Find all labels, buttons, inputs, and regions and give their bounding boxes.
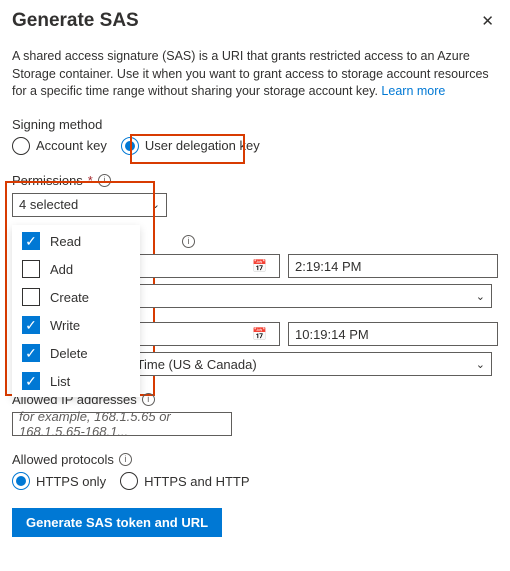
checkbox-read[interactable]: ✓ [22,232,40,250]
perm-item-add[interactable]: Add [12,255,140,283]
info-icon[interactable]: i [142,393,155,406]
chevron-down-icon: ⌄ [476,358,485,371]
info-icon[interactable]: i [119,453,132,466]
chevron-down-icon: ⌄ [151,198,160,211]
permissions-label: Permissions [12,173,83,188]
allowed-ip-input[interactable]: for example, 168.1.5.65 or 168.1.5.65-16… [12,412,232,436]
perm-item-create[interactable]: Create [12,283,140,311]
info-icon[interactable]: i [98,174,111,187]
end-time-value: 10:19:14 PM [295,327,369,342]
calendar-icon: 📅 [252,327,267,341]
signing-method-label: Signing method [12,117,498,132]
radio-https-and-http-label: HTTPS and HTTP [144,474,249,489]
calendar-icon: 📅 [252,259,267,273]
start-time-value: 2:19:14 PM [295,259,362,274]
perm-label-add: Add [50,262,73,277]
perm-item-delete[interactable]: ✓ Delete [12,339,140,367]
permissions-menu: ✓ Read Add Create ✓ Write ✓ Delete ✓ Lis… [12,225,140,397]
perm-item-list[interactable]: ✓ List [12,367,140,395]
radio-user-delegation-key-label: User delegation key [145,138,260,153]
perm-label-read: Read [50,234,81,249]
radio-user-delegation-key[interactable]: User delegation key [121,137,260,155]
radio-account-key[interactable]: Account key [12,137,107,155]
learn-more-link[interactable]: Learn more [381,84,445,98]
perm-label-create: Create [50,290,89,305]
perm-item-write[interactable]: ✓ Write [12,311,140,339]
checkbox-create[interactable] [22,288,40,306]
perm-label-write: Write [50,318,80,333]
checkbox-add[interactable] [22,260,40,278]
description-text: A shared access signature (SAS) is a URI… [12,48,498,101]
checkbox-list[interactable]: ✓ [22,372,40,390]
perm-label-list: List [50,374,70,389]
checkbox-delete[interactable]: ✓ [22,344,40,362]
required-asterisk: * [88,173,93,188]
end-time-input[interactable]: 10:19:14 PM [288,322,498,346]
allowed-ip-placeholder: for example, 168.1.5.65 or 168.1.5.65-16… [19,409,225,439]
permissions-dropdown[interactable]: 4 selected ⌄ [12,193,167,217]
radio-account-key-label: Account key [36,138,107,153]
generate-button[interactable]: Generate SAS token and URL [12,508,222,537]
permissions-summary: 4 selected [19,197,78,212]
close-icon[interactable]: ✕ [477,10,498,32]
checkbox-write[interactable]: ✓ [22,316,40,334]
start-time-input[interactable]: 2:19:14 PM [288,254,498,278]
page-title: Generate SAS [12,10,139,32]
info-icon[interactable]: i [182,235,195,248]
radio-https-and-http[interactable]: HTTPS and HTTP [120,472,249,490]
perm-item-read[interactable]: ✓ Read [12,227,140,255]
perm-label-delete: Delete [50,346,88,361]
chevron-down-icon: ⌄ [476,290,485,303]
allowed-protocols-label: Allowed protocols [12,452,114,467]
radio-https-only-label: HTTPS only [36,474,106,489]
radio-https-only[interactable]: HTTPS only [12,472,106,490]
